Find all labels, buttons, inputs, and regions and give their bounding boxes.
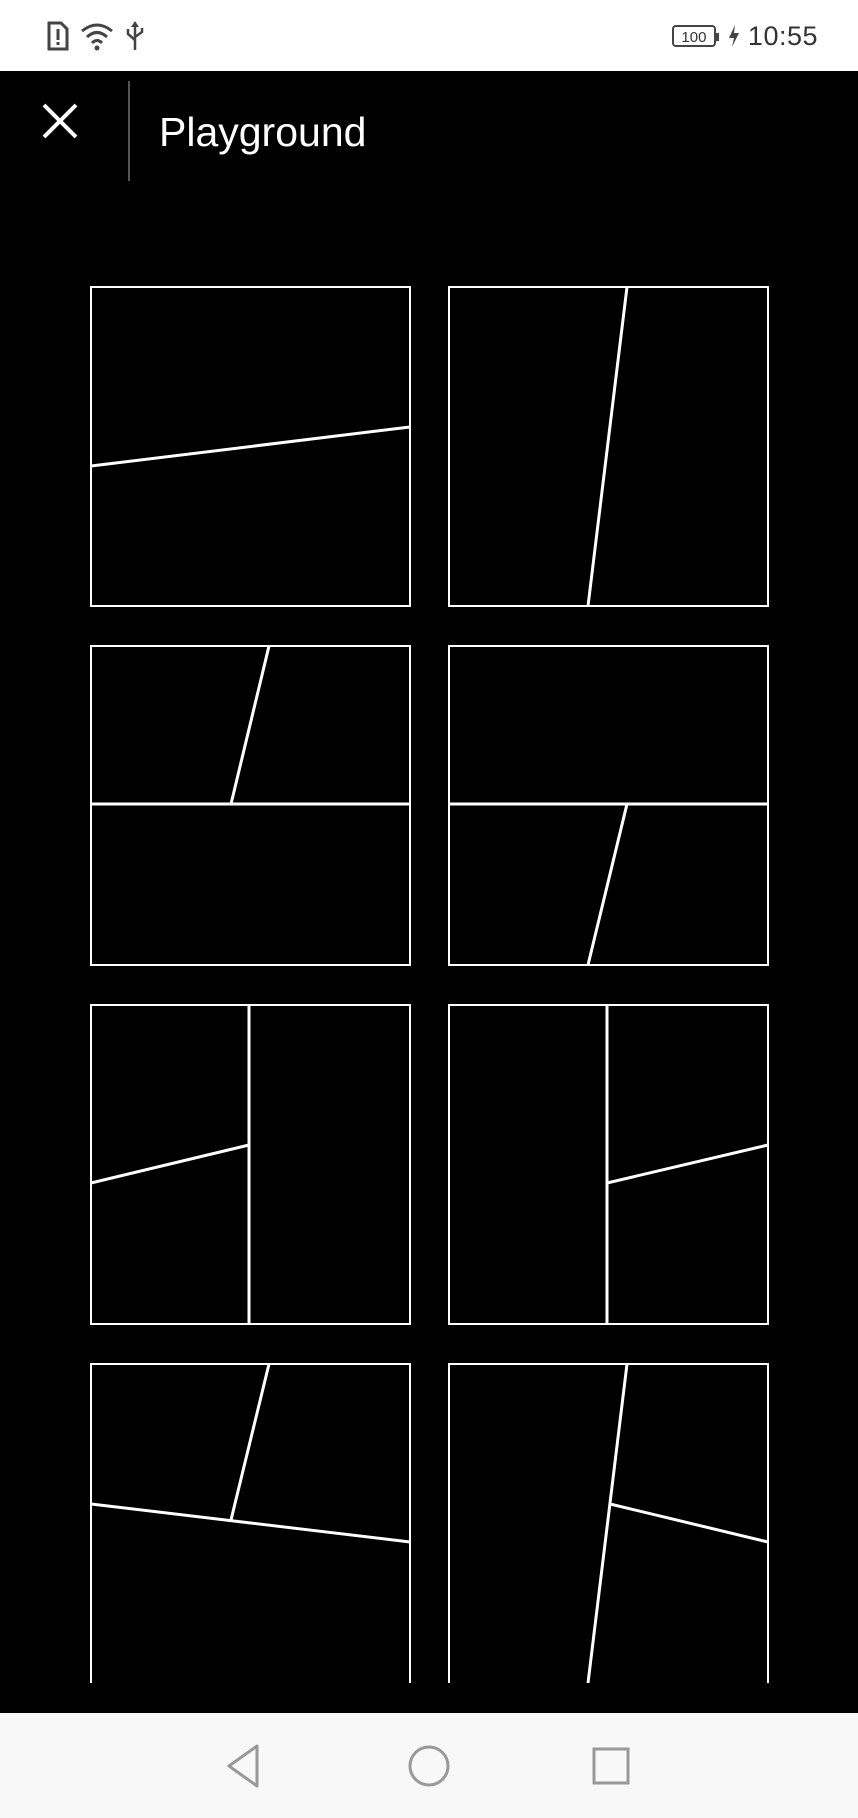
- home-icon: [408, 1745, 450, 1787]
- back-button[interactable]: [217, 1738, 273, 1794]
- layout-grid: [0, 71, 858, 1713]
- status-icons-right: 100 10:55: [671, 18, 818, 54]
- home-button[interactable]: [401, 1738, 457, 1794]
- layout-tile-4[interactable]: [448, 645, 769, 966]
- recents-button[interactable]: [583, 1738, 639, 1794]
- layout-tile-5[interactable]: [90, 1004, 411, 1325]
- back-icon: [227, 1744, 259, 1788]
- layout-tile-6[interactable]: [448, 1004, 769, 1325]
- usb-icon: [126, 21, 144, 50]
- layout-tile-8[interactable]: [448, 1363, 769, 1684]
- recents-icon: [592, 1747, 630, 1785]
- layout-tile-1[interactable]: [90, 286, 411, 607]
- status-bar: 100 10:55: [0, 0, 858, 71]
- layout-tile-2[interactable]: [448, 286, 769, 607]
- status-icons-left: [46, 18, 146, 54]
- wifi-icon: [81, 23, 113, 51]
- system-nav-bar: [0, 1713, 858, 1818]
- battery-icon: 100: [671, 25, 719, 47]
- battery-level: 100: [681, 29, 707, 46]
- layout-tile-3[interactable]: [90, 645, 411, 966]
- sim-alert-icon: [47, 21, 69, 51]
- playground-screen: Playground: [0, 71, 858, 1713]
- clock: 10:55: [747, 20, 818, 51]
- charging-icon: [728, 25, 739, 47]
- layout-tile-7[interactable]: [90, 1363, 411, 1684]
